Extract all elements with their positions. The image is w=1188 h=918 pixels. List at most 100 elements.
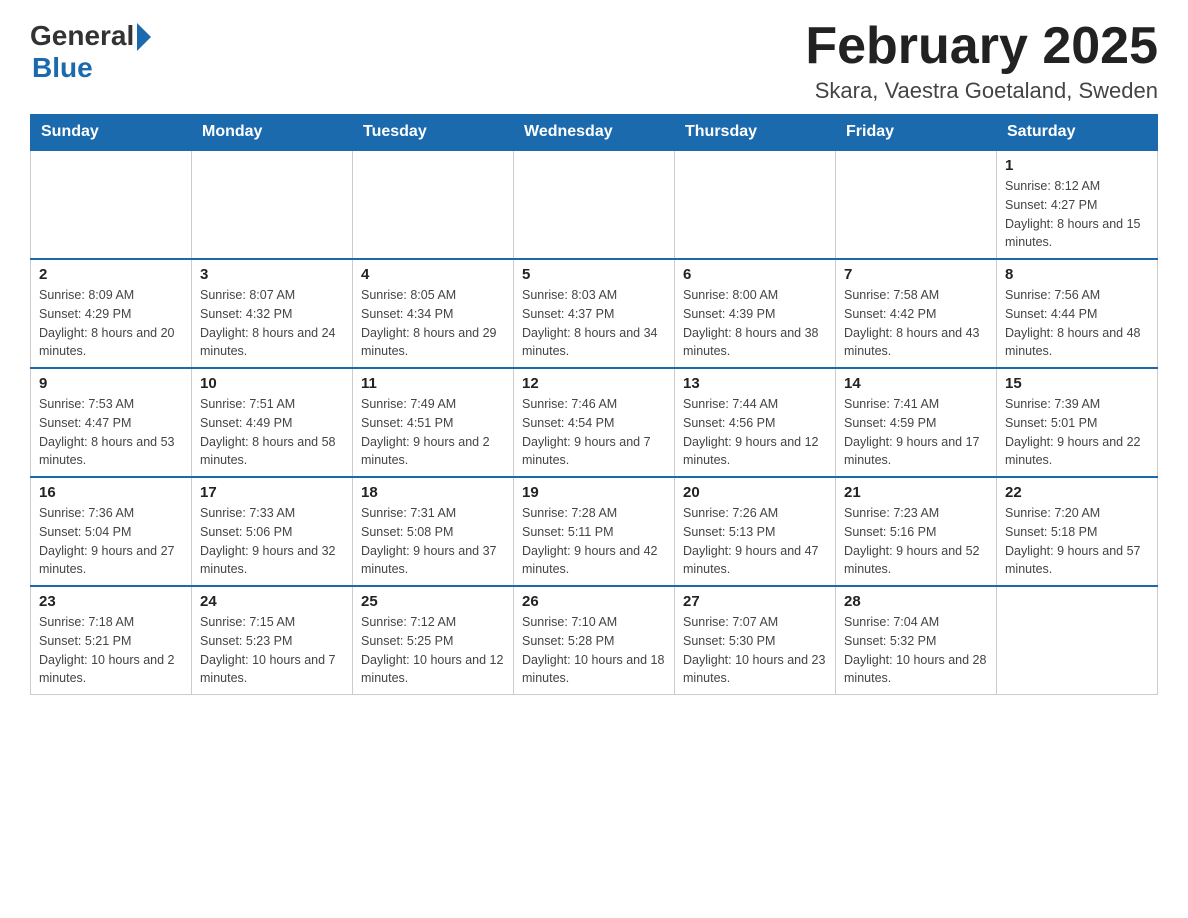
day-number: 1 xyxy=(1005,157,1149,174)
logo-general-text: General xyxy=(30,20,134,52)
day-number: 18 xyxy=(361,484,505,501)
day-info: Sunrise: 7:39 AMSunset: 5:01 PMDaylight:… xyxy=(1005,397,1141,467)
calendar-cell: 23Sunrise: 7:18 AMSunset: 5:21 PMDayligh… xyxy=(31,586,192,695)
day-info: Sunrise: 7:53 AMSunset: 4:47 PMDaylight:… xyxy=(39,397,175,467)
calendar-cell: 12 Sunrise: 7:46 AMSunset: 4:54 PMDayligh… xyxy=(514,368,675,477)
day-info: Sunrise: 7:46 AMSunset: 4:54 PMDaylight:… xyxy=(522,397,651,467)
calendar-cell: 26 Sunrise: 7:10 AMSunset: 5:28 PMDayligh… xyxy=(514,586,675,695)
calendar-cell: 9 Sunrise: 7:53 AMSunset: 4:47 PMDaylight… xyxy=(31,368,192,477)
day-number: 12 xyxy=(522,375,666,392)
calendar-cell: 25 Sunrise: 7:12 AMSunset: 5:25 PMDayligh… xyxy=(353,586,514,695)
title-area: February 2025 Skara, Vaestra Goetaland, … xyxy=(805,20,1158,104)
day-info: Sunrise: 7:36 AMSunset: 5:04 PMDaylight:… xyxy=(39,506,175,576)
day-number: 2 xyxy=(39,266,183,283)
calendar-header: SundayMondayTuesdayWednesdayThursdayFrid… xyxy=(31,115,1158,151)
calendar-cell xyxy=(675,150,836,259)
calendar-cell xyxy=(836,150,997,259)
week-row-2: 9 Sunrise: 7:53 AMSunset: 4:47 PMDaylight… xyxy=(31,368,1158,477)
day-info: Sunrise: 8:07 AMSunset: 4:32 PMDaylight:… xyxy=(200,288,336,358)
calendar-cell: 6 Sunrise: 8:00 AMSunset: 4:39 PMDaylight… xyxy=(675,259,836,368)
calendar-cell: 14 Sunrise: 7:41 AMSunset: 4:59 PMDayligh… xyxy=(836,368,997,477)
day-info: Sunrise: 7:26 AMSunset: 5:13 PMDaylight:… xyxy=(683,506,819,576)
logo-blue-text: Blue xyxy=(32,52,93,84)
day-number: 16 xyxy=(39,484,183,501)
calendar-cell: 19 Sunrise: 7:28 AMSunset: 5:11 PMDayligh… xyxy=(514,477,675,586)
calendar-cell: 1 Sunrise: 8:12 AMSunset: 4:27 PMDaylight… xyxy=(997,150,1158,259)
calendar-cell: 24Sunrise: 7:15 AMSunset: 5:23 PMDayligh… xyxy=(192,586,353,695)
day-info: Sunrise: 8:09 AMSunset: 4:29 PMDaylight:… xyxy=(39,288,175,358)
header-cell-friday: Friday xyxy=(836,115,997,151)
calendar-table: SundayMondayTuesdayWednesdayThursdayFrid… xyxy=(30,114,1158,695)
day-info: Sunrise: 7:49 AMSunset: 4:51 PMDaylight:… xyxy=(361,397,490,467)
day-info: Sunrise: 7:41 AMSunset: 4:59 PMDaylight:… xyxy=(844,397,980,467)
day-info: Sunrise: 7:44 AMSunset: 4:56 PMDaylight:… xyxy=(683,397,819,467)
day-info: Sunrise: 7:28 AMSunset: 5:11 PMDaylight:… xyxy=(522,506,658,576)
header-row: SundayMondayTuesdayWednesdayThursdayFrid… xyxy=(31,115,1158,151)
day-number: 6 xyxy=(683,266,827,283)
day-info: Sunrise: 7:20 AMSunset: 5:18 PMDaylight:… xyxy=(1005,506,1141,576)
day-info: Sunrise: 7:31 AMSunset: 5:08 PMDaylight:… xyxy=(361,506,497,576)
day-info: Sunrise: 7:10 AMSunset: 5:28 PMDaylight:… xyxy=(522,615,664,685)
month-title: February 2025 xyxy=(805,20,1158,72)
header-cell-wednesday: Wednesday xyxy=(514,115,675,151)
header-cell-thursday: Thursday xyxy=(675,115,836,151)
calendar-cell: 16 Sunrise: 7:36 AMSunset: 5:04 PMDayligh… xyxy=(31,477,192,586)
calendar-cell xyxy=(997,586,1158,695)
calendar-cell: 8 Sunrise: 7:56 AMSunset: 4:44 PMDaylight… xyxy=(997,259,1158,368)
calendar-cell: 5 Sunrise: 8:03 AMSunset: 4:37 PMDaylight… xyxy=(514,259,675,368)
day-info: Sunrise: 7:58 AMSunset: 4:42 PMDaylight:… xyxy=(844,288,980,358)
day-number: 21 xyxy=(844,484,988,501)
day-number: 17 xyxy=(200,484,344,501)
day-number: 11 xyxy=(361,375,505,392)
day-info: Sunrise: 8:03 AMSunset: 4:37 PMDaylight:… xyxy=(522,288,658,358)
day-number: 5 xyxy=(522,266,666,283)
logo: General Blue xyxy=(30,20,151,84)
location-text: Skara, Vaestra Goetaland, Sweden xyxy=(805,78,1158,104)
calendar-cell xyxy=(353,150,514,259)
day-info: Sunrise: 7:12 AMSunset: 5:25 PMDaylight:… xyxy=(361,615,503,685)
calendar-cell xyxy=(31,150,192,259)
day-info: Sunrise: 7:18 AMSunset: 5:21 PMDaylight:… xyxy=(39,615,175,685)
day-number: 3 xyxy=(200,266,344,283)
calendar-cell: 3 Sunrise: 8:07 AMSunset: 4:32 PMDaylight… xyxy=(192,259,353,368)
day-info: Sunrise: 7:33 AMSunset: 5:06 PMDaylight:… xyxy=(200,506,336,576)
calendar-cell: 11 Sunrise: 7:49 AMSunset: 4:51 PMDayligh… xyxy=(353,368,514,477)
day-number: 7 xyxy=(844,266,988,283)
calendar-body: 1 Sunrise: 8:12 AMSunset: 4:27 PMDaylight… xyxy=(31,150,1158,695)
header-cell-monday: Monday xyxy=(192,115,353,151)
day-info: Sunrise: 7:56 AMSunset: 4:44 PMDaylight:… xyxy=(1005,288,1141,358)
calendar-cell xyxy=(192,150,353,259)
calendar-cell: 22 Sunrise: 7:20 AMSunset: 5:18 PMDayligh… xyxy=(997,477,1158,586)
day-info: Sunrise: 8:12 AMSunset: 4:27 PMDaylight:… xyxy=(1005,179,1141,249)
day-number: 22 xyxy=(1005,484,1149,501)
day-number: 8 xyxy=(1005,266,1149,283)
day-info: Sunrise: 8:00 AMSunset: 4:39 PMDaylight:… xyxy=(683,288,819,358)
day-info: Sunrise: 7:04 AMSunset: 5:32 PMDaylight:… xyxy=(844,615,986,685)
day-info: Sunrise: 7:51 AMSunset: 4:49 PMDaylight:… xyxy=(200,397,336,467)
calendar-cell: 21 Sunrise: 7:23 AMSunset: 5:16 PMDayligh… xyxy=(836,477,997,586)
day-number: 25 xyxy=(361,593,505,610)
day-number: 9 xyxy=(39,375,183,392)
week-row-3: 16 Sunrise: 7:36 AMSunset: 5:04 PMDayligh… xyxy=(31,477,1158,586)
calendar-cell: 20 Sunrise: 7:26 AMSunset: 5:13 PMDayligh… xyxy=(675,477,836,586)
calendar-cell xyxy=(514,150,675,259)
day-number: 13 xyxy=(683,375,827,392)
calendar-cell: 13 Sunrise: 7:44 AMSunset: 4:56 PMDayligh… xyxy=(675,368,836,477)
day-number: 20 xyxy=(683,484,827,501)
day-number: 10 xyxy=(200,375,344,392)
day-number: 15 xyxy=(1005,375,1149,392)
calendar-cell: 15 Sunrise: 7:39 AMSunset: 5:01 PMDayligh… xyxy=(997,368,1158,477)
page-header: General Blue February 2025 Skara, Vaestr… xyxy=(30,20,1158,104)
calendar-cell: 10 Sunrise: 7:51 AMSunset: 4:49 PMDayligh… xyxy=(192,368,353,477)
day-number: 14 xyxy=(844,375,988,392)
day-number: 26 xyxy=(522,593,666,610)
calendar-cell: 7 Sunrise: 7:58 AMSunset: 4:42 PMDaylight… xyxy=(836,259,997,368)
week-row-1: 2 Sunrise: 8:09 AMSunset: 4:29 PMDaylight… xyxy=(31,259,1158,368)
day-number: 24 xyxy=(200,593,344,610)
calendar-cell: 28Sunrise: 7:04 AMSunset: 5:32 PMDayligh… xyxy=(836,586,997,695)
calendar-cell: 27Sunrise: 7:07 AMSunset: 5:30 PMDayligh… xyxy=(675,586,836,695)
day-info: Sunrise: 7:23 AMSunset: 5:16 PMDaylight:… xyxy=(844,506,980,576)
header-cell-sunday: Sunday xyxy=(31,115,192,151)
day-number: 19 xyxy=(522,484,666,501)
day-info: Sunrise: 8:05 AMSunset: 4:34 PMDaylight:… xyxy=(361,288,497,358)
